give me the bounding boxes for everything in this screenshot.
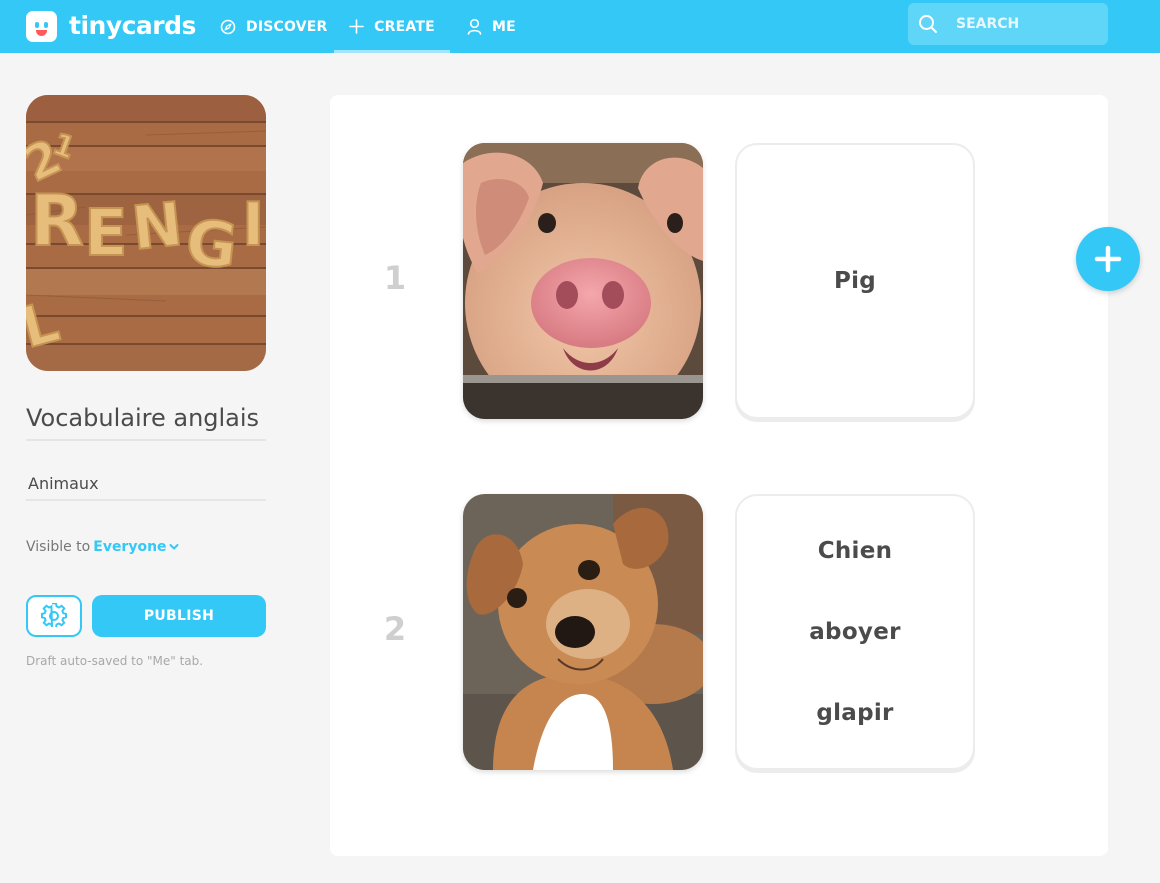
search-icon xyxy=(919,15,937,33)
add-card-button[interactable] xyxy=(1076,227,1140,291)
card-back-word[interactable]: Chien xyxy=(818,538,893,564)
nav-create[interactable]: CREATE xyxy=(334,0,450,53)
search-input[interactable] xyxy=(956,16,1096,32)
wooden-letters-image: 2 1 R E N G I L xyxy=(26,95,266,371)
card-back-word[interactable]: Pig xyxy=(834,268,876,294)
svg-text:R: R xyxy=(30,180,84,262)
top-bar: tinycards DISCOVER CREATE ME xyxy=(0,0,1160,53)
compass-icon xyxy=(220,19,236,34)
svg-text:G: G xyxy=(182,205,240,283)
card-back[interactable]: Pig xyxy=(735,143,975,419)
search-box[interactable] xyxy=(908,3,1108,45)
nav-discover-label: DISCOVER xyxy=(246,18,328,35)
settings-button[interactable] xyxy=(26,595,82,637)
deck-description-field[interactable]: Animaux xyxy=(26,470,266,501)
nav-me-label: ME xyxy=(492,18,516,35)
deck-cover-image[interactable]: 2 1 R E N G I L xyxy=(26,95,266,371)
logo[interactable]: tinycards xyxy=(26,8,196,44)
chevron-down-icon[interactable] xyxy=(169,543,179,551)
card-front-image[interactable] xyxy=(463,143,703,419)
svg-text:E: E xyxy=(84,197,128,271)
puppy-photo-image xyxy=(463,494,703,770)
publish-button[interactable]: PUBLISH xyxy=(92,595,266,637)
card-front-image[interactable] xyxy=(463,494,703,770)
cards-panel xyxy=(330,95,1108,856)
svg-text:I: I xyxy=(242,190,264,260)
logo-text: tinycards xyxy=(69,11,196,40)
gear-icon xyxy=(41,603,67,628)
pig-photo-image xyxy=(463,143,703,419)
visibility-setting: Visible to Everyone xyxy=(26,537,179,557)
nav-me[interactable]: ME xyxy=(467,0,516,53)
nav-create-label: CREATE xyxy=(374,18,435,35)
visibility-label: Visible to xyxy=(26,539,91,555)
user-icon xyxy=(467,18,482,35)
draft-status-note: Draft auto-saved to "Me" tab. xyxy=(26,654,204,668)
card-back-word[interactable]: glapir xyxy=(816,700,893,726)
plus-icon xyxy=(349,19,364,34)
nav-discover[interactable]: DISCOVER xyxy=(220,0,328,53)
svg-text:N: N xyxy=(129,189,186,264)
card-back-word[interactable]: aboyer xyxy=(809,619,901,645)
tinycards-logo-icon xyxy=(26,10,57,42)
card-number: 2 xyxy=(383,610,407,648)
visibility-dropdown[interactable]: Everyone xyxy=(93,539,166,555)
deck-title-field[interactable]: Vocabulaire anglais xyxy=(26,401,266,441)
card-number: 1 xyxy=(383,259,407,297)
plus-icon xyxy=(1094,245,1122,273)
card-back[interactable]: Chien aboyer glapir xyxy=(735,494,975,770)
